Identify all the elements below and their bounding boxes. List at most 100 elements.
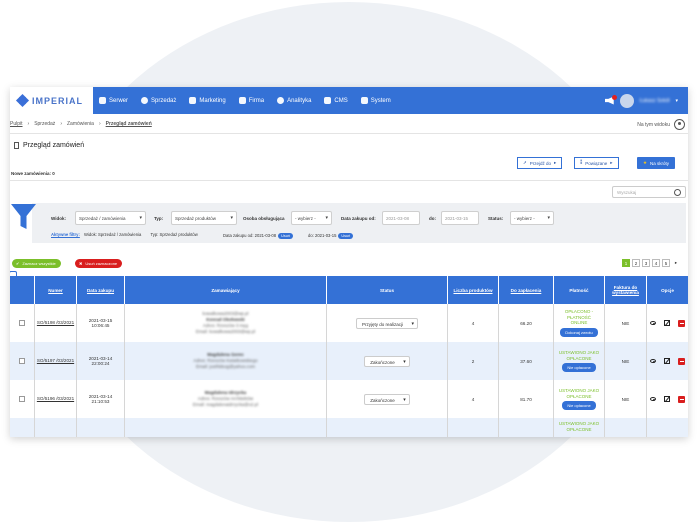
amount-due: 81.70 [520, 396, 532, 402]
mark-unpaid-button[interactable]: Nie opłacone [562, 363, 596, 372]
view-icon[interactable] [650, 359, 656, 363]
filter-date-to-label: do: [429, 216, 436, 221]
nav-system[interactable]: System [360, 97, 391, 104]
row-checkbox[interactable] [19, 320, 25, 326]
refund-button[interactable]: Dokonaj zwrotu [560, 327, 598, 337]
page-3[interactable]: 3 [642, 259, 650, 267]
product-count: 4 [471, 396, 475, 402]
col-status: Status [326, 276, 447, 304]
nav-serwer[interactable]: Serwer [99, 97, 128, 104]
active-filters-title: Aktywne filtry: [51, 232, 80, 237]
filter-person-select[interactable]: - wybierz - [291, 211, 332, 225]
avatar[interactable] [619, 93, 634, 108]
payment-method: OPŁACONE [566, 355, 592, 361]
view-icon[interactable] [650, 321, 656, 325]
row-checkbox[interactable] [19, 358, 25, 364]
remove-date-to-button[interactable]: Usuń [338, 233, 354, 239]
cart-icon [141, 97, 149, 104]
order-number[interactable]: SO/5198 /03/2021 [37, 320, 74, 326]
app-window: IMPERIAL Serwer Sprzedaż Marketing Firma… [10, 87, 688, 437]
analytics-icon [277, 97, 285, 104]
status-select[interactable]: Przyjęty do realizacji [355, 317, 418, 329]
mark-all-button[interactable]: ✔ Zaznacz wszystkie [12, 259, 61, 268]
filter-status-select[interactable]: - wybierz - [510, 211, 554, 225]
edit-icon[interactable] [664, 358, 670, 364]
breadcrumb-zamowienia[interactable]: Zamówienia [67, 121, 94, 127]
breadcrumb: Pulpit › Sprzedaż › Zamówienia › Przegląd z… [10, 121, 152, 127]
edit-icon[interactable] [664, 320, 670, 326]
filter-view-label: Widok: [51, 216, 66, 221]
view-icon[interactable] [650, 397, 656, 401]
col-qty[interactable]: Liczba produktów [447, 276, 498, 304]
status-select[interactable]: Zakończone [364, 355, 410, 367]
invoice-flag: NIE [621, 320, 630, 326]
go-to-button[interactable]: ➚ Przejdź do ▸ [517, 157, 563, 169]
page-4[interactable]: 4 [652, 259, 660, 267]
breadcrumb-pulpit[interactable]: Pulpit [10, 121, 23, 127]
nav-label: Analityka [287, 97, 312, 104]
breadcrumb-sprzedaz[interactable]: Sprzedaż [34, 121, 55, 127]
col-number[interactable]: Numer [34, 276, 76, 304]
user-circle-icon[interactable] [674, 119, 685, 130]
table-row: SO/5197 /03/2021 2021-03-14 22:00:24 Magd… [10, 342, 688, 380]
filter-view-select[interactable]: Sprzedaż / zamówienia [75, 211, 146, 225]
page-1[interactable]: 1 [622, 259, 630, 267]
new-orders-count: Nowe zamówienia: 0 [11, 171, 55, 176]
col-invoice[interactable]: Faktura do wystawienia [604, 276, 646, 304]
remove-date-from-button[interactable]: Usuń [278, 233, 293, 239]
unmark-button[interactable]: ✖ Usuń zaznaczone [75, 259, 123, 268]
active-filter-date-from: Data zakupu od: 2021-03-08 Usuń [223, 233, 293, 239]
order-time: 10:06:45 [91, 323, 110, 328]
delete-icon[interactable] [678, 357, 685, 365]
logo[interactable]: IMPERIAL [10, 87, 93, 114]
active-filter-date-to: do: 2021-03-15 Usuń [308, 233, 354, 239]
table-row: USTAWIONO JAKO OPŁACONE [10, 418, 688, 437]
payment-method: OPŁACONE [566, 393, 592, 399]
user-name: Łukasz Sokół [639, 97, 670, 104]
user-area: Łukasz Sokół ▾ [604, 93, 688, 108]
status-select[interactable]: Zakończone [364, 393, 410, 405]
row-checkbox[interactable] [19, 396, 25, 402]
logo-text: IMPERIAL [32, 95, 84, 106]
col-customer: Zamawiający [124, 276, 326, 304]
widget-link[interactable]: Na tym widoku [637, 122, 670, 128]
nav-sprzedaz[interactable]: Sprzedaż [141, 97, 176, 104]
delete-icon[interactable] [678, 395, 685, 403]
shortcuts-button[interactable]: ★ Na skróty [637, 157, 676, 169]
chevron-right-icon: ▸ [610, 160, 613, 165]
filter-panel: Widok: Sprzedaż / zamówienia Typ: Sprzed… [32, 203, 686, 243]
nav-marketing[interactable]: Marketing [189, 97, 226, 104]
mark-unpaid-button[interactable]: Nie opłacone [562, 401, 596, 410]
col-date[interactable]: Data zakupu [76, 276, 124, 304]
filter-status-label: Status: [488, 216, 504, 221]
delete-icon[interactable] [678, 319, 685, 327]
search-input[interactable]: Wyszukaj [612, 186, 686, 198]
page-title: Przegląd zamówień [14, 142, 84, 149]
pagination: 1 2 3 4 5 ▸ [622, 259, 680, 267]
building-icon [238, 97, 246, 104]
filter-date-to-input[interactable]: 2021-03-15 [441, 211, 479, 225]
page-5[interactable]: 5 [662, 259, 670, 267]
chevron-down-icon[interactable]: ▾ [675, 98, 678, 104]
amount-due: 37.60 [520, 358, 532, 364]
order-number[interactable]: SO/5196 /03/2021 [37, 396, 74, 402]
nav-analityka[interactable]: Analityka [277, 97, 311, 104]
col-amount[interactable]: Do zapłacenia [498, 276, 553, 304]
edit-icon[interactable] [664, 396, 670, 402]
payment-method: ONLINE [570, 320, 588, 326]
nav-cms[interactable]: CMS [324, 97, 348, 104]
marketing-icon [189, 97, 197, 104]
col-options: Opcje [646, 276, 688, 304]
nav-label: Sprzedaż [151, 97, 177, 104]
col-select [10, 276, 34, 304]
page-2[interactable]: 2 [632, 259, 640, 267]
filter-date-from-input[interactable]: 2021-03-08 [382, 211, 420, 225]
order-number[interactable]: SO/5197 /03/2021 [37, 358, 74, 364]
filter-type-select[interactable]: Sprzedaż produktów [171, 211, 237, 225]
related-button[interactable]: ⁑ Powiązane ▸ [574, 157, 619, 169]
next-page-icon[interactable]: ▸ [672, 259, 680, 267]
nav-firma[interactable]: Firma [238, 97, 264, 104]
notifications-icon[interactable] [604, 94, 617, 105]
share-icon: ➚ [523, 160, 527, 165]
customer-email: Email: magdalenaidrzycka@o2.pl [192, 402, 259, 407]
